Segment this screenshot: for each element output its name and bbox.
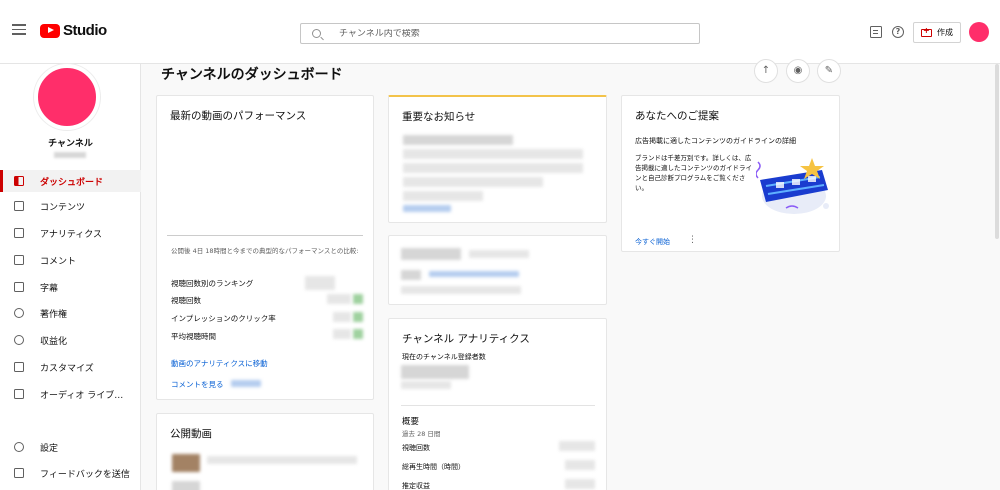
subtitles-icon [14, 282, 24, 292]
summary-period: 過去 28 日間 [402, 430, 441, 438]
search-icon [312, 29, 321, 38]
analytics-icon [14, 228, 24, 238]
sidebar-item-label: アナリティクス [40, 229, 103, 240]
content-icon [14, 201, 24, 211]
suggestion-headline: 広告掲載に適したコンテンツのガイドラインの詳細 [635, 137, 796, 145]
suggestion-card: あなたへのご提案 広告掲載に適したコンテンツのガイドラインの詳細 ブランドは千差… [621, 95, 840, 252]
help-icon[interactable]: ? [892, 26, 904, 38]
compare-text: 公開後 4日 18時間と今までの典型的なパフォーマンスとの比較: [171, 247, 359, 255]
divider [167, 235, 363, 236]
sidebar-item-label: フィードバックを送信 [40, 469, 130, 480]
youtube-studio-logo[interactable]: Studio [40, 22, 107, 39]
metric-ranking: 視聴回数別のランキング [171, 279, 254, 288]
card-title: チャンネル アナリティクス [402, 333, 530, 345]
subscribers-label: 現在のチャンネル登録者数 [402, 353, 486, 361]
card-title: 重要なお知らせ [402, 111, 476, 123]
channel-name: チャンネル [48, 139, 93, 149]
channel-analytics-card: チャンネル アナリティクス 現在のチャンネル登録者数 概要 過去 28 日間 視… [388, 318, 607, 490]
summary-title: 概要 [402, 417, 420, 427]
analytics-row-watchtime: 総再生時間（時間） [402, 463, 465, 471]
metric-avg-duration: 平均視聴時間 [171, 332, 216, 341]
page-scrollbar[interactable] [995, 64, 999, 239]
sidebar-item-label: カスタマイズ [40, 363, 94, 374]
start-now-link[interactable]: 今すぐ開始 [635, 237, 670, 247]
dollar-icon [14, 335, 24, 345]
sidebar-item-label: 設定 [40, 443, 59, 454]
sidebar-item-customization[interactable]: カスタマイズ [0, 356, 141, 378]
sidebar-item-label: ダッシュボード [40, 177, 104, 188]
analytics-row-views: 視聴回数 [402, 444, 430, 452]
sidebar-item-dashboard[interactable]: ダッシュボード [0, 170, 141, 192]
sidebar-item-settings[interactable]: 設定 [0, 436, 141, 458]
more-options-icon[interactable]: ⋮ [688, 235, 697, 245]
create-video-icon [921, 26, 932, 37]
sidebar-item-feedback[interactable]: フィードバックを送信 [0, 462, 141, 484]
magic-wand-icon [14, 362, 24, 372]
comments-icon [14, 255, 24, 265]
card-title: あなたへのご提案 [635, 110, 719, 122]
sidebar-item-comments[interactable]: コメント [0, 249, 141, 271]
page-title: チャンネルのダッシュボード [161, 67, 343, 83]
video-analytics-link[interactable]: 動画のアナリティクスに移動 [171, 358, 268, 369]
published-videos-card: 公開動画 [156, 413, 374, 490]
account-avatar[interactable] [969, 22, 989, 42]
news-card-secondary [388, 235, 607, 305]
live-icon[interactable]: ◉ [786, 59, 810, 83]
upload-icon[interactable]: ↑ [754, 59, 778, 83]
logo-text: Studio [63, 22, 107, 39]
sidebar-item-subtitles[interactable]: 字幕 [0, 276, 141, 298]
edit-post-icon[interactable]: ✎ [817, 59, 841, 83]
search-input[interactable] [339, 28, 679, 39]
audio-library-icon [14, 389, 24, 399]
dashboard-icon [14, 176, 24, 186]
metric-ctr: インプレッションのクリック率 [171, 314, 276, 323]
brand-illustration-icon [756, 158, 829, 214]
sidebar-item-label: 著作権 [40, 309, 68, 320]
sidebar-item-monetization[interactable]: 収益化 [0, 329, 141, 351]
sidebar-item-label: オーディオ ライブ… [40, 390, 124, 401]
see-comments-link[interactable]: コメントを見る [171, 379, 224, 390]
sidebar-item-label: コンテンツ [40, 202, 86, 213]
channel-avatar[interactable] [34, 64, 100, 130]
sidebar-item-label: 字幕 [40, 283, 59, 294]
latest-video-card: 最新の動画のパフォーマンス 公開後 4日 18時間と今までの典型的なパフォーマン… [156, 95, 374, 400]
sidebar-item-label: 収益化 [40, 336, 68, 347]
gear-icon [14, 442, 24, 452]
search-box[interactable] [300, 23, 700, 44]
analytics-row-revenue: 推定収益 [402, 482, 430, 490]
sidebar-item-analytics[interactable]: アナリティクス [0, 222, 141, 244]
sidebar-item-content[interactable]: コンテンツ [0, 195, 141, 217]
sidebar-item-copyright[interactable]: 著作権 [0, 302, 141, 324]
metric-views: 視聴回数 [171, 296, 201, 305]
important-news-card: 重要なお知らせ [388, 95, 607, 223]
copyright-icon [14, 308, 24, 318]
sidebar-item-audio-library[interactable]: オーディオ ライブ… [0, 383, 141, 405]
sidebar-item-label: コメント [40, 256, 77, 267]
create-label: 作成 [937, 28, 953, 37]
divider [401, 405, 595, 406]
sidebar: チャンネル ダッシュボード コンテンツ アナリティクス コメント 字幕 著作権 … [0, 64, 141, 490]
youtube-logo-icon [40, 23, 60, 38]
card-title: 公開動画 [170, 428, 212, 440]
channel-handle-redacted [54, 152, 86, 158]
feedback-icon [14, 468, 24, 478]
top-bar: Studio ? 作成 [0, 0, 1000, 64]
menu-icon[interactable] [12, 24, 26, 36]
create-button[interactable]: 作成 [913, 22, 961, 43]
messages-icon[interactable] [870, 26, 882, 38]
suggestion-body: ブランドは千差万別です。詳しくは、広告掲載に適したコンテンツのガイドラインと自己… [635, 154, 752, 192]
card-title: 最新の動画のパフォーマンス [170, 110, 307, 122]
